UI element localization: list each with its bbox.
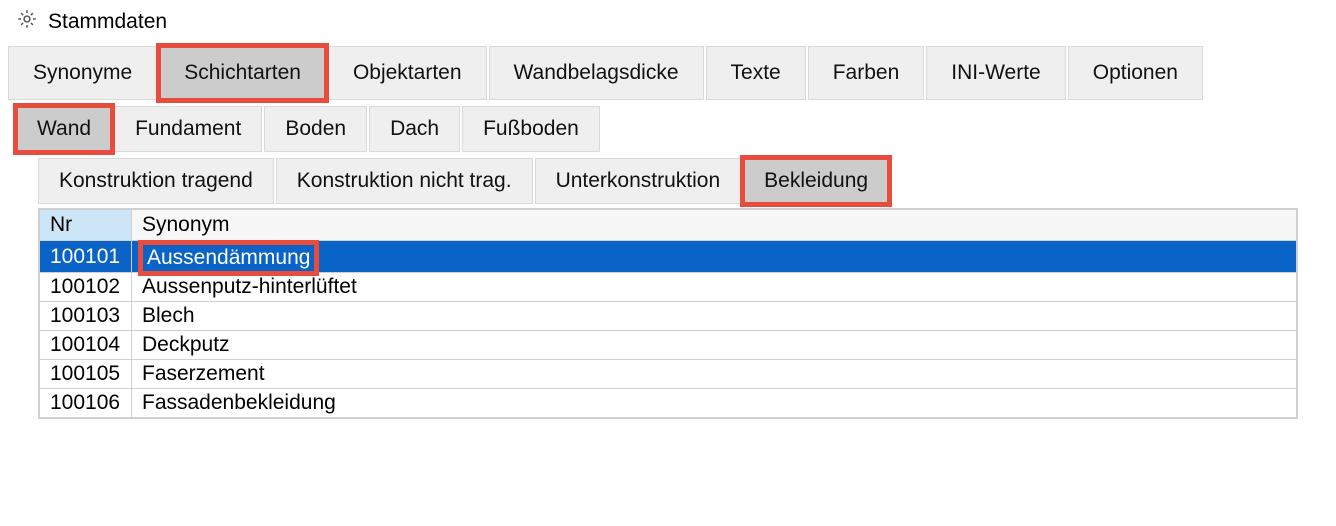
tab-unterkonstruktion[interactable]: Unterkonstruktion [535, 158, 742, 204]
tab-objektarten[interactable]: Objektarten [328, 46, 487, 100]
cell-nr: 100101 [40, 241, 132, 273]
table-wrap: Nr Synonym 100101Aussendämmung100102Auss… [38, 208, 1298, 419]
table-header-row: Nr Synonym [40, 210, 1297, 241]
tab-texte[interactable]: Texte [706, 46, 806, 100]
tab-wandbelagsdicke[interactable]: Wandbelagsdicke [489, 46, 704, 100]
tab-fussboden[interactable]: Fußboden [462, 106, 600, 152]
column-header-synonym[interactable]: Synonym [132, 210, 1297, 241]
cell-nr: 100106 [40, 389, 132, 418]
tab-fundament[interactable]: Fundament [114, 106, 262, 152]
table-row[interactable]: 100104Deckputz [40, 331, 1297, 360]
cell-synonym: Fassadenbekleidung [132, 389, 1297, 418]
tab-konstr-tragend[interactable]: Konstruktion tragend [38, 158, 274, 204]
tabs-sub: WandFundamentBodenDachFußboden [0, 106, 1336, 152]
title-bar: Stammdaten [0, 0, 1336, 46]
cell-nr: 100105 [40, 360, 132, 389]
data-table: Nr Synonym 100101Aussendämmung100102Auss… [39, 209, 1297, 418]
gear-icon [16, 8, 38, 36]
table-row[interactable]: 100103Blech [40, 302, 1297, 331]
cell-nr: 100102 [40, 273, 132, 302]
window: Stammdaten SynonymeSchichtartenObjektart… [0, 0, 1336, 526]
tab-farben[interactable]: Farben [808, 46, 925, 100]
table-row[interactable]: 100106Fassadenbekleidung [40, 389, 1297, 418]
cell-synonym: Faserzement [132, 360, 1297, 389]
tab-schichtarten[interactable]: Schichtarten [159, 46, 326, 100]
cell-synonym: Blech [132, 302, 1297, 331]
table-row[interactable]: 100101Aussendämmung [40, 241, 1297, 273]
table-row[interactable]: 100105Faserzement [40, 360, 1297, 389]
cell-nr: 100104 [40, 331, 132, 360]
cell-synonym: Aussenputz-hinterlüftet [132, 273, 1297, 302]
tabs-main: SynonymeSchichtartenObjektartenWandbelag… [0, 46, 1336, 100]
tab-boden[interactable]: Boden [264, 106, 367, 152]
tab-optionen[interactable]: Optionen [1068, 46, 1203, 100]
tab-synonyme[interactable]: Synonyme [8, 46, 157, 100]
tab-dach[interactable]: Dach [369, 106, 460, 152]
table-row[interactable]: 100102Aussenputz-hinterlüftet [40, 273, 1297, 302]
tab-konstr-nicht-trag[interactable]: Konstruktion nicht trag. [276, 158, 533, 204]
cell-synonym: Aussendämmung [132, 241, 1297, 273]
window-title: Stammdaten [48, 10, 167, 34]
cell-synonym: Deckputz [132, 331, 1297, 360]
tabs-sub2: Konstruktion tragendKonstruktion nicht t… [0, 158, 1336, 204]
column-header-nr[interactable]: Nr [40, 210, 132, 241]
tab-wand[interactable]: Wand [16, 106, 112, 152]
tab-iniwerte[interactable]: INI-Werte [926, 46, 1065, 100]
cell-nr: 100103 [40, 302, 132, 331]
tab-bekleidung[interactable]: Bekleidung [743, 158, 889, 204]
